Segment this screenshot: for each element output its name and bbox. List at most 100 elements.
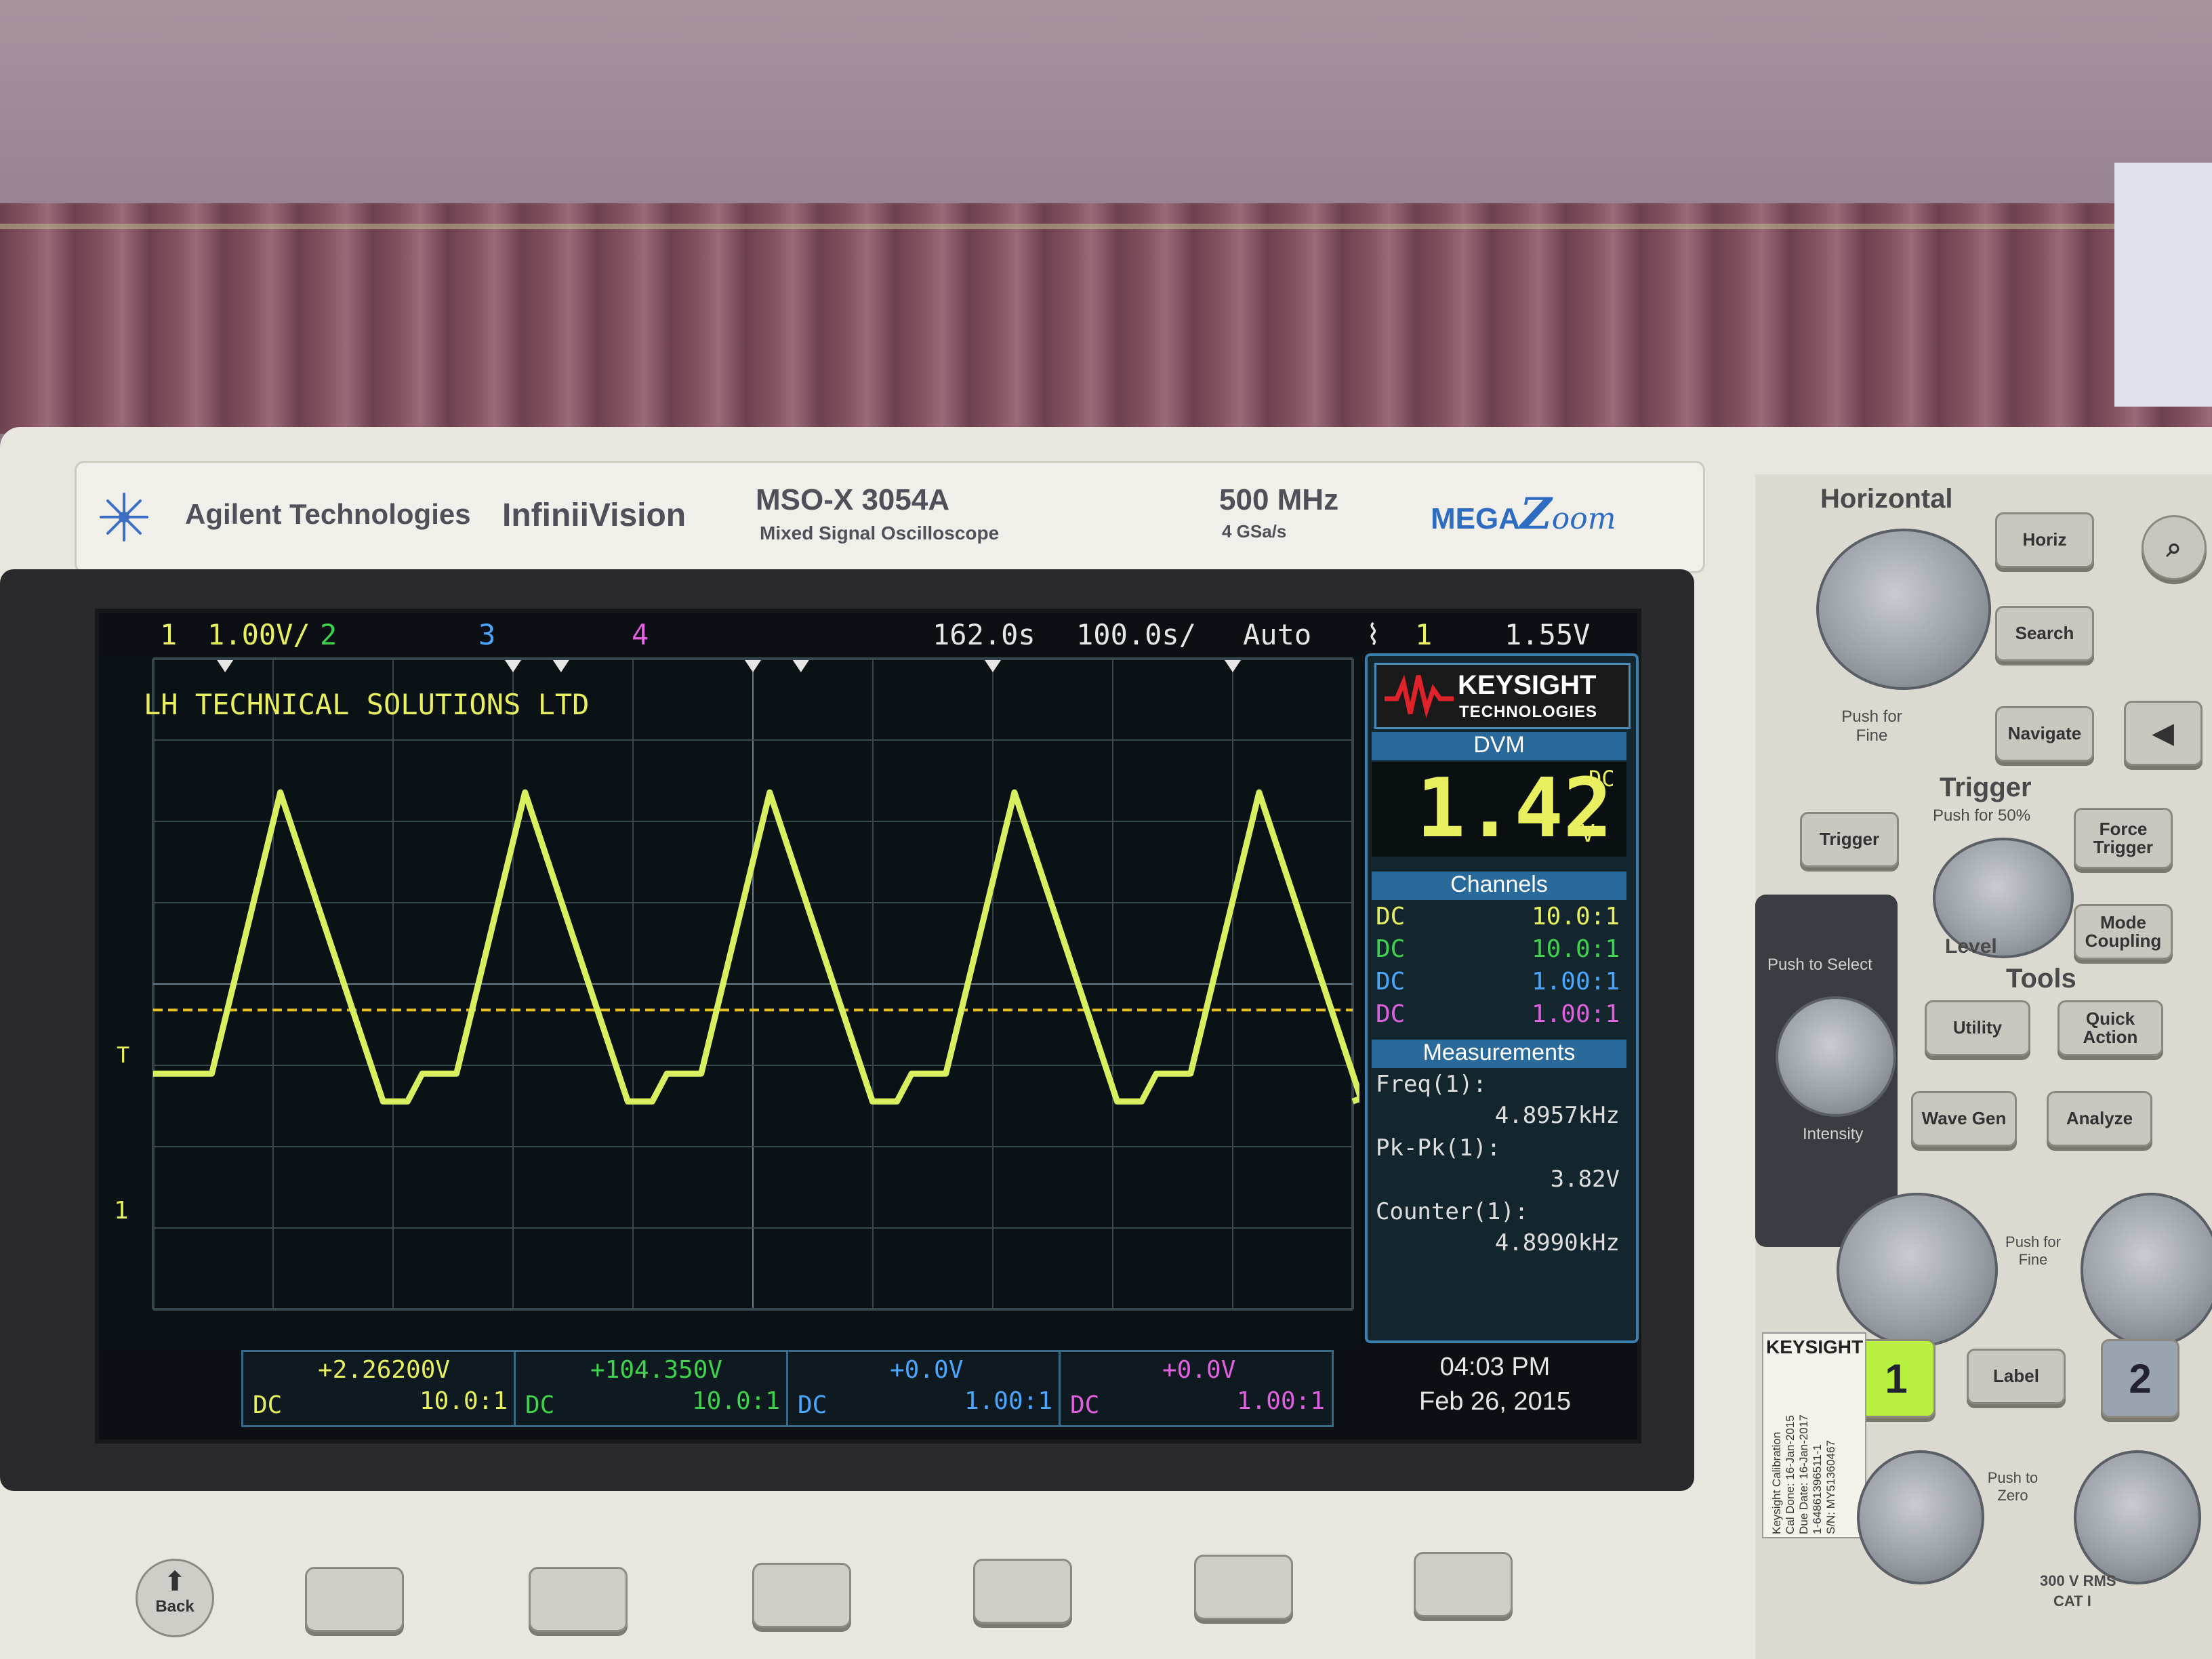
model-number: MSO-X 3054A: [756, 483, 950, 516]
force-trigger-button[interactable]: Force Trigger: [2074, 808, 2173, 869]
sticker-line: Cal Done: 16-Jan-2015: [1784, 1415, 1797, 1534]
softkey-4[interactable]: [973, 1559, 1072, 1624]
brand-strip: Agilent Technologies InfiniiVision MSO-X…: [75, 461, 1705, 573]
trigger-source[interactable]: 1: [1415, 618, 1432, 651]
horizontal-title: Horizontal: [1820, 484, 1953, 514]
ch1-scale-knob[interactable]: [1837, 1193, 1998, 1347]
ch2-key[interactable]: 2: [2101, 1339, 2179, 1418]
trigger-button[interactable]: Trigger: [1800, 812, 1899, 867]
zoom-button[interactable]: ⌕: [2142, 515, 2207, 580]
measurement-value: 4.8957kHz: [1494, 1102, 1620, 1129]
channel-row[interactable]: DC 1.00:1: [1376, 1000, 1620, 1033]
utility-button[interactable]: Utility: [1925, 1000, 2030, 1056]
clock-time: 04:03 PM: [1439, 1353, 1551, 1381]
ch1-indicator[interactable]: 1: [160, 618, 177, 651]
timebase-scale[interactable]: 100.0s/: [1076, 618, 1196, 651]
ch2-scale-knob[interactable]: [2081, 1193, 2212, 1347]
ch3-indicator[interactable]: 3: [478, 618, 495, 651]
keysight-sub: TECHNOLOGIES: [1459, 703, 1598, 721]
channel-row[interactable]: DC 1.00:1: [1376, 968, 1620, 1000]
channel-row[interactable]: DC 10.0:1: [1376, 935, 1620, 968]
ch4-indicator[interactable]: 4: [632, 618, 649, 651]
sticker-line: Due Date: 16-Jan-2017: [1797, 1414, 1810, 1534]
dvm-coupling: DC: [1589, 766, 1615, 792]
back-label: Back: [155, 1597, 194, 1616]
ch3-footer[interactable]: +0.0V DC 1.00:1: [786, 1350, 1061, 1427]
zoom-icon: ⌕: [2166, 533, 2182, 562]
push-50-label: Push for 50%: [1933, 806, 2031, 825]
wave-gen-button[interactable]: Wave Gen: [1911, 1091, 2017, 1147]
sticker-brand: KEYSIGHT: [1766, 1336, 1864, 1357]
series-name: InfiniiVision: [502, 497, 687, 533]
ch2-footer[interactable]: +104.350V DC 10.0:1: [514, 1350, 789, 1427]
softkey-5[interactable]: [1194, 1555, 1293, 1620]
back-arrow-icon: ⬆: [163, 1567, 186, 1597]
ch1-footer[interactable]: +2.26200V DC 10.0:1: [241, 1350, 516, 1427]
softkey-1[interactable]: [305, 1567, 404, 1632]
ch4-footer[interactable]: +0.0V DC 1.00:1: [1059, 1350, 1334, 1427]
dvm-unit: V: [1580, 820, 1595, 848]
trigger-title: Trigger: [1940, 773, 2032, 802]
back-button[interactable]: ⬆ Back: [136, 1559, 214, 1637]
mode-coupling-button[interactable]: Mode Coupling: [2074, 904, 2173, 960]
label-button[interactable]: Label: [1967, 1349, 2066, 1404]
brand-name: Agilent Technologies: [185, 498, 471, 530]
navigate-button[interactable]: Navigate: [1995, 706, 2094, 762]
softkey-2[interactable]: [529, 1567, 628, 1632]
horiz-button[interactable]: Horiz: [1995, 512, 2094, 568]
softkey-6[interactable]: [1414, 1552, 1513, 1617]
wallpaper-line: [0, 224, 2212, 229]
channels-header[interactable]: Channels: [1372, 872, 1626, 900]
keysight-logo: KEYSIGHT TECHNOLOGIES: [1374, 663, 1631, 729]
push-fine-label: Push for Fine: [1841, 708, 1902, 745]
nav-left-icon: ◀: [2152, 718, 2174, 748]
push-zero-label: Push to Zero: [1987, 1469, 2039, 1504]
sticker-line: 1-64861396511-1: [1811, 1444, 1824, 1534]
tools-title: Tools: [2006, 964, 2076, 994]
channel-row[interactable]: DC 10.0:1: [1376, 903, 1620, 935]
oscilloscope-display: 1 1.00V/ 2 3 4 162.0s 100.0s/ Auto ⌇ 1 1…: [95, 609, 1641, 1443]
nav-back-button[interactable]: ◀: [2124, 701, 2203, 766]
measurement-value: 4.8990kHz: [1494, 1229, 1620, 1256]
ch2-position-knob[interactable]: [2074, 1450, 2201, 1584]
softkey-3[interactable]: [752, 1563, 851, 1628]
bandwidth-label: 500 MHz: [1219, 483, 1339, 516]
ch1-scale[interactable]: 1.00V/: [207, 618, 310, 651]
wallpaper-border: [0, 203, 2212, 434]
cat-label: CAT I: [2053, 1593, 2091, 1610]
level-label: Level: [1945, 935, 1997, 958]
ground-marker: 1: [114, 1197, 129, 1225]
screen-annotation: LH TECHNICAL SOLUTIONS LTD: [144, 688, 589, 721]
dvm-readout: 1.42 DC V: [1372, 762, 1626, 857]
horizontal-scale-knob[interactable]: [1816, 529, 1991, 690]
ch1-position-knob[interactable]: [1857, 1450, 1984, 1584]
dvm-header[interactable]: DVM: [1372, 732, 1626, 760]
ch2-indicator[interactable]: 2: [320, 618, 337, 651]
quick-action-button[interactable]: Quick Action: [2057, 1000, 2163, 1056]
megazoom-oom: oom: [1551, 501, 1616, 536]
control-panel: Horizontal Horiz Search Navigate ◀ ⌕ Pus…: [1755, 474, 2212, 1659]
push-fine-label-2: Push for Fine: [2005, 1233, 2061, 1268]
trigger-delay[interactable]: 162.0s: [933, 618, 1036, 651]
megazoom-mega: MEGA: [1431, 502, 1520, 535]
keysight-wordmark: KEYSIGHT: [1458, 670, 1597, 700]
acquisition-mode[interactable]: Auto: [1243, 618, 1311, 651]
select-knob[interactable]: [1776, 996, 1896, 1117]
status-bar: 1 1.00V/ 2 3 4 162.0s 100.0s/ Auto ⌇ 1 1…: [99, 613, 1637, 656]
channels-table: DC 10.0:1 DC 10.0:1 DC 1.00:1 DC 1.00:1: [1372, 903, 1626, 1036]
megazoom-logo: MEGAZoom: [1431, 489, 1616, 539]
model-subtitle: Mixed Signal Oscilloscope: [760, 523, 1000, 544]
measurements-header[interactable]: Measurements: [1372, 1040, 1626, 1068]
ch1-key[interactable]: 1: [1857, 1339, 1936, 1418]
trigger-level[interactable]: 1.55V: [1504, 618, 1590, 651]
measurement-label: Counter(1):: [1376, 1198, 1529, 1225]
sample-rate-label: 4 GSa/s: [1222, 521, 1287, 541]
measurement-value: 3.82V: [1550, 1166, 1620, 1193]
keysight-wave-icon: [1385, 674, 1454, 718]
intensity-label: Intensity: [1803, 1125, 1864, 1143]
search-button[interactable]: Search: [1995, 606, 2094, 661]
waveform-graticule: LH TECHNICAL SOLUTIONS LTD T 1: [99, 656, 1359, 1347]
measurement-label: Freq(1):: [1376, 1071, 1487, 1098]
info-sidebar: KEYSIGHT TECHNOLOGIES DVM 1.42 DC V Chan…: [1365, 653, 1639, 1343]
analyze-button[interactable]: Analyze: [2047, 1091, 2152, 1147]
